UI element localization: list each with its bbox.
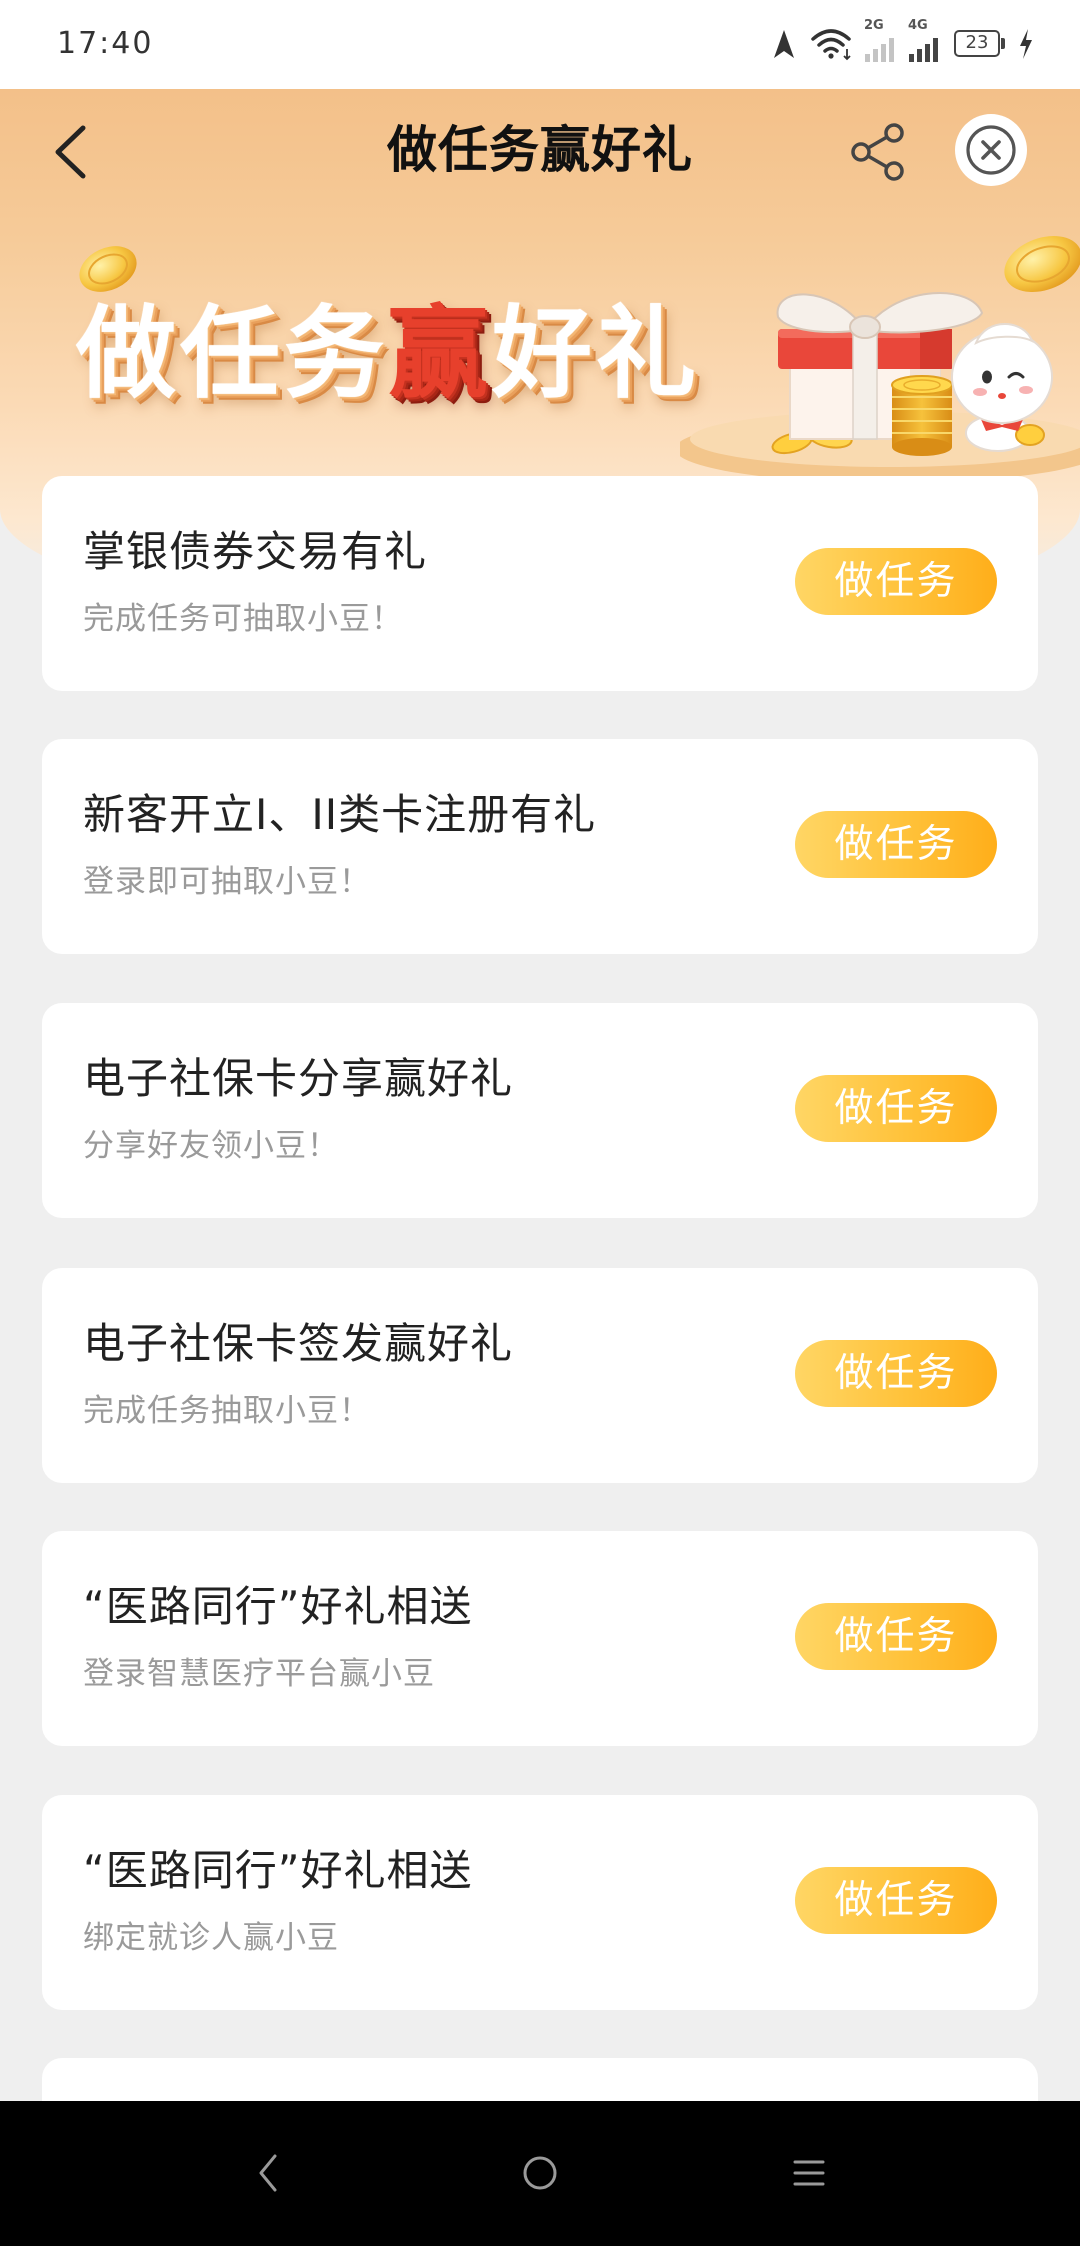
app-header: 做任务赢好礼 (0, 89, 1080, 215)
task-subtitle: 完成任务抽取小豆！ (83, 1393, 371, 1429)
task-title: 电子社保卡分享赢好礼 (83, 1054, 514, 1103)
task-card: 掌银债券交易有礼 完成任务可抽取小豆！ 做任务 (42, 476, 1038, 691)
do-task-button[interactable]: 做任务 (795, 1075, 997, 1142)
task-card: 新客开立I、II类卡注册有礼 登录即可抽取小豆！ 做任务 (42, 739, 1038, 954)
promo-banner: 做任务赢好礼 (0, 215, 1080, 477)
network-4g-label: 4G (908, 18, 928, 33)
signal-2g-icon: 2G (862, 19, 902, 65)
status-time: 17:40 (57, 26, 154, 61)
task-subtitle: 登录即可抽取小豆！ (83, 864, 371, 900)
coin-icon (79, 246, 137, 292)
share-button[interactable] (846, 119, 910, 185)
task-title: 新客开立I、II类卡注册有礼 (83, 790, 597, 839)
screen: 17:40 2G 4G 23 做任务赢好礼 做任务赢好礼 掌银债券交易有礼 完成… (0, 0, 1080, 2246)
task-subtitle: 绑定就诊人赢小豆 (83, 1920, 339, 1956)
signal-4g-icon: 4G (906, 19, 946, 65)
task-card-partial (42, 2058, 1038, 2101)
nav-back-button[interactable] (238, 2143, 298, 2203)
share-icon (851, 123, 904, 181)
wifi-icon (811, 29, 851, 61)
task-title: 掌银债券交易有礼 (83, 527, 428, 576)
banner-headline: 做任务赢好礼 (76, 299, 700, 409)
home-icon (523, 2156, 557, 2190)
battery-tip (1001, 38, 1005, 49)
task-title: “医路同行”好礼相送 (83, 1582, 473, 1631)
task-title: “医路同行”好礼相送 (83, 1846, 473, 1895)
task-card: 电子社保卡分享赢好礼 分享好友领小豆！ 做任务 (42, 1003, 1038, 1218)
task-subtitle: 分享好友领小豆！ (83, 1128, 339, 1164)
location-arrow-icon (774, 30, 794, 58)
network-2g-label: 2G (864, 18, 884, 33)
do-task-button[interactable]: 做任务 (795, 1340, 997, 1407)
do-task-button[interactable]: 做任务 (795, 1603, 997, 1670)
do-task-button[interactable]: 做任务 (795, 548, 997, 615)
gift-box-illustration (680, 292, 1080, 477)
status-bar: 17:40 2G 4G 23 (0, 0, 1080, 89)
system-navigation-bar (0, 2101, 1080, 2246)
task-subtitle: 登录智慧医疗平台赢小豆 (83, 1656, 435, 1692)
close-circle-icon (966, 125, 1016, 175)
task-card: 电子社保卡签发赢好礼 完成任务抽取小豆！ 做任务 (42, 1268, 1038, 1483)
task-subtitle: 完成任务可抽取小豆！ (83, 601, 403, 637)
battery-icon: 23 (954, 30, 1000, 57)
do-task-button[interactable]: 做任务 (795, 811, 997, 878)
task-title: 电子社保卡签发赢好礼 (83, 1319, 514, 1368)
close-button[interactable] (955, 114, 1027, 186)
battery-level: 23 (965, 32, 989, 53)
headline-text: 好礼 (492, 295, 700, 412)
headline-text: 做任务 (76, 295, 388, 412)
headline-highlight: 赢 (388, 295, 492, 412)
menu-icon (793, 2160, 825, 2186)
task-card: “医路同行”好礼相送 登录智慧医疗平台赢小豆 做任务 (42, 1531, 1038, 1746)
back-icon (259, 2154, 277, 2192)
nav-menu-button[interactable] (779, 2143, 839, 2203)
do-task-button[interactable]: 做任务 (795, 1867, 997, 1934)
nav-home-button[interactable] (510, 2143, 570, 2203)
task-card: “医路同行”好礼相送 绑定就诊人赢小豆 做任务 (42, 1795, 1038, 2010)
page-title: 做任务赢好礼 (387, 121, 693, 179)
charging-icon (1020, 29, 1032, 59)
